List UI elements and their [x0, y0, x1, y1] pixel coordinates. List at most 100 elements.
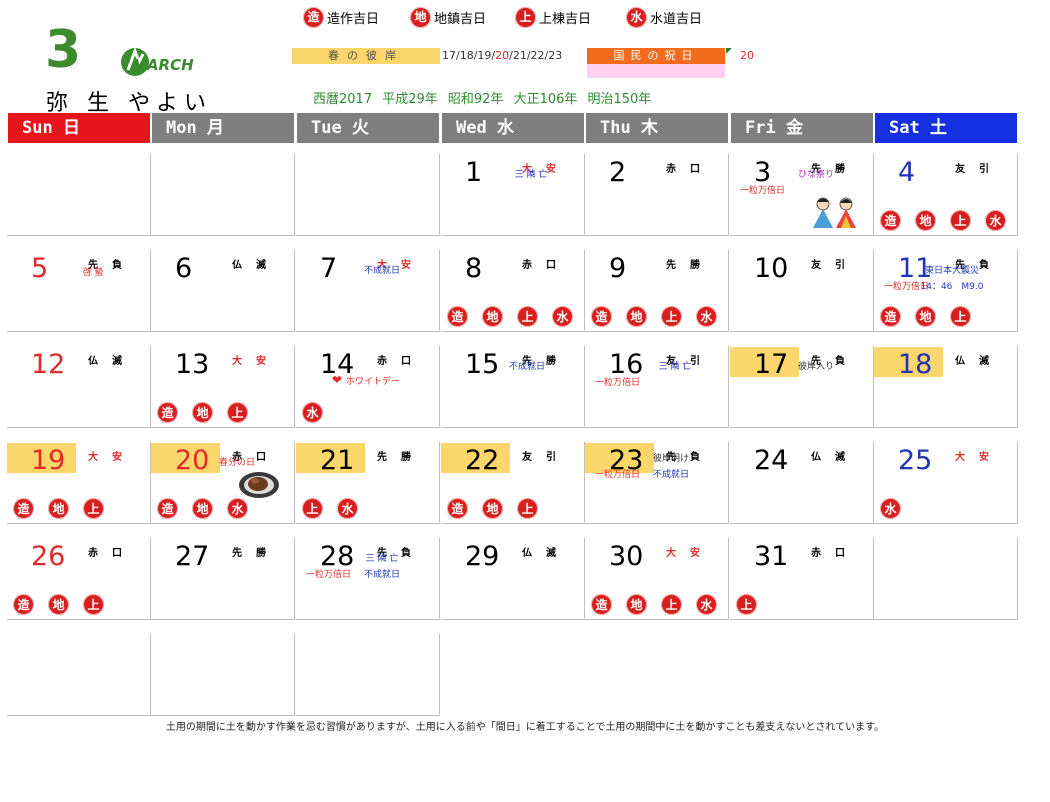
day-number: 27 [175, 541, 210, 572]
day-note: 三 隣 亡 [365, 554, 399, 564]
suido-badge-icon: 水 [626, 6, 647, 28]
kichijitsu-badge-icon: 地 [48, 498, 69, 519]
day-cell: 27 先勝 [151, 538, 295, 620]
day-cell: 29 仏滅 [441, 538, 585, 620]
kichijitsu-badge-icon: 水 [227, 498, 248, 519]
day-note: 三 隣 亡 [514, 170, 548, 180]
day-cell: 10 友引 [730, 250, 874, 332]
day-number: 8 [465, 253, 483, 284]
day-number: 3 [754, 157, 772, 188]
empty-day-cell [151, 154, 295, 236]
day-cell: 11 先負 東日本大震災 一粒万倍日 14：46 M9.0 造地上 [874, 250, 1018, 332]
kichijitsu-badges: 上水 [302, 498, 358, 519]
hina-dolls-icon [813, 197, 856, 228]
day-cell: 21 先勝上水 [296, 442, 440, 524]
rokuyo: 仏滅 [811, 452, 859, 463]
day-number: 1 [465, 157, 483, 188]
day-cell: 15 先勝 不成就日 [441, 346, 585, 428]
higan-days-prefix: 17/18/19/ [442, 49, 496, 62]
day-note: 彼岸入り [797, 362, 835, 372]
day-number: 12 [31, 349, 66, 380]
rokuyo: 仏滅 [522, 548, 570, 559]
kichijitsu-badge-icon: 水 [880, 498, 901, 519]
kichijitsu-badges: 上 [736, 594, 757, 615]
day-number: 21 [320, 445, 355, 476]
weekday-header-5: Fri 金 [731, 113, 873, 143]
weekday-header-3: Wed 水 [442, 113, 584, 143]
legend-label: 上棟吉日 [539, 11, 592, 27]
kichijitsu-badge-icon: 造 [157, 498, 178, 519]
kichijitsu-badges: 造地上水 [591, 306, 717, 327]
day-note: 春分の日 [218, 458, 256, 468]
rokuyo: 先勝 [377, 452, 425, 463]
kichijitsu-badge-icon: 上 [661, 306, 682, 327]
kichijitsu-badge-icon: 上 [736, 594, 757, 615]
day-cell: 28 先負三 隣 亡一粒万倍日 不成就日 [296, 538, 440, 620]
rokuyo: 仏滅 [232, 260, 280, 271]
kichijitsu-badge-icon: 造 [447, 306, 468, 327]
empty-day-cell [151, 634, 295, 716]
day-cell: 2 赤口 [585, 154, 729, 236]
day-number: 7 [320, 253, 338, 284]
day-number: 4 [898, 157, 916, 188]
kichijitsu-badge-icon: 水 [696, 306, 717, 327]
day-number: 20 [175, 445, 210, 476]
march-logo: MARCH [121, 46, 194, 76]
kichijitsu-badge-icon: 造 [447, 498, 468, 519]
holiday-day: 20 [740, 49, 754, 62]
day-number: 31 [754, 541, 789, 572]
day-note: 一粒万倍日 [740, 186, 786, 196]
day-number: 5 [31, 253, 49, 284]
day-number: 25 [898, 445, 933, 476]
empty-day-cell [296, 154, 440, 236]
legend-item-suido: 水水道吉日 [626, 6, 702, 28]
kichijitsu-badge-icon: 地 [626, 306, 647, 327]
day-cell: 19 大安造地上 [7, 442, 151, 524]
day-number: 13 [175, 349, 210, 380]
kichijitsu-badge-icon: 造 [13, 594, 34, 615]
day-number: 30 [609, 541, 644, 572]
kichijitsu-badges: 造地上 [880, 306, 971, 327]
legend-item-zosaku: 造造作吉日 [303, 6, 379, 28]
day-cell: 4 友引造地上水 [874, 154, 1018, 236]
kichijitsu-badge-icon: 造 [13, 498, 34, 519]
kichijitsu-badge-icon: 造 [591, 594, 612, 615]
rokuyo: 大安 [666, 548, 714, 559]
kichijitsu-badge-icon: 上 [302, 498, 323, 519]
day-cell: 6 仏滅 [151, 250, 295, 332]
day-cell: 12 仏滅 [7, 346, 151, 428]
day-cell: 8 赤口造地上水 [441, 250, 585, 332]
ohagi-icon [239, 472, 279, 498]
legend-label: 造作吉日 [327, 11, 380, 27]
day-number: 19 [31, 445, 66, 476]
rokuyo: 友引 [811, 260, 859, 271]
day-cell: 1 大安三 隣 亡 [441, 154, 585, 236]
rokuyo: 先勝 [666, 260, 714, 271]
legend-label: 水道吉日 [650, 11, 703, 27]
day-cell: 26 赤口造地上 [7, 538, 151, 620]
rokuyo: 仏滅 [955, 356, 1003, 367]
day-note: 一粒万倍日 [595, 378, 641, 388]
era-years: 西暦2017 平成29年 昭和92年 大正106年 明治150年 [313, 92, 652, 107]
day-cell: 25 大安水 [874, 442, 1018, 524]
heart-icon: ❤ [332, 373, 343, 387]
day-number: 16 [609, 349, 644, 380]
day-cell: 18 仏滅 [874, 346, 1018, 428]
kichijitsu-badges: 造地上 [13, 498, 104, 519]
day-note: 不成就日 [508, 362, 546, 372]
day-note: 14：46 M9.0 [920, 282, 984, 292]
day-note: 一粒万倍日 [306, 570, 352, 580]
kichijitsu-badge-icon: 地 [915, 210, 936, 231]
weekday-header-2: Tue 火 [297, 113, 439, 143]
weekday-header-0: Sun 日 [8, 113, 150, 143]
day-cell: 5 先負啓 蟄 [7, 250, 151, 332]
zosaku-badge-icon: 造 [303, 6, 324, 28]
empty-day-cell [874, 538, 1018, 620]
rokuyo: 仏滅 [88, 356, 136, 367]
day-cell: 14 赤口 ホワイトデー ❤ 水 [296, 346, 440, 428]
legend-item-joto: 上上棟吉日 [515, 6, 591, 28]
rokuyo: 赤口 [666, 164, 714, 175]
day-number: 9 [609, 253, 627, 284]
day-note: 不成就日 [652, 470, 690, 480]
day-number: 18 [898, 349, 933, 380]
